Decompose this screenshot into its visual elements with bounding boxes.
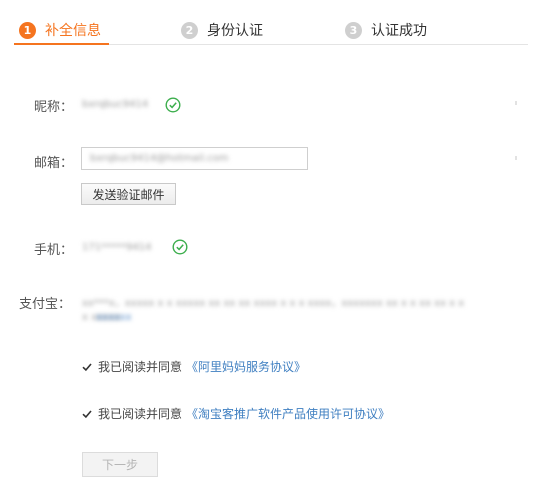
step-number: 2 (181, 21, 198, 39)
divider-mark (515, 156, 517, 160)
step-number: 3 (345, 21, 362, 39)
alipay-label: 支付宝： (19, 297, 72, 312)
email-label: 邮箱： (34, 156, 74, 171)
checkbox-checked-icon[interactable] (82, 409, 92, 419)
alipay-link[interactable]: xxxxxx (96, 312, 132, 323)
step-2: 2 身份认证 (181, 20, 263, 40)
step-number: 1 (19, 21, 36, 39)
check-circle-icon (165, 97, 181, 113)
agreement-text: 我已阅读并同意 (98, 360, 183, 374)
active-step-indicator (14, 43, 109, 45)
agreement-license[interactable]: 我已阅读并同意 《淘宝客推广软件产品使用许可协议》 (82, 405, 390, 422)
agreement-text: 我已阅读并同意 (98, 407, 183, 421)
nickname-value: bxrqbuc9414 (82, 99, 149, 110)
email-field-value: bxrqbuc9414@hotmail.com (90, 153, 229, 164)
nickname-label: 昵称： (34, 100, 74, 115)
phone-label: 手机： (34, 243, 74, 258)
phone-value: 171*****9414 (82, 242, 152, 253)
step-label: 补全信息 (45, 23, 101, 39)
next-step-button[interactable]: 下一步 (82, 452, 158, 477)
step-label: 身份认证 (207, 23, 263, 39)
step-1: 1 补全信息 (19, 20, 101, 40)
divider-mark (515, 101, 517, 105)
license-agreement-link[interactable]: 《淘宝客推广软件产品使用许可协议》 (186, 405, 390, 422)
send-verification-email-button[interactable]: 发送验证邮件 (81, 183, 176, 205)
check-circle-icon (172, 239, 188, 255)
agreement-service[interactable]: 我已阅读并同意 《阿里妈妈服务协议》 (82, 358, 306, 375)
alipay-info-line1: xx***x，xxxxx x x xxxxx xx xx xx xxxx x x… (82, 298, 465, 309)
checkbox-checked-icon[interactable] (82, 362, 92, 372)
service-agreement-link[interactable]: 《阿里妈妈服务协议》 (186, 358, 306, 375)
step-label: 认证成功 (371, 23, 427, 39)
step-3: 3 认证成功 (345, 20, 427, 40)
